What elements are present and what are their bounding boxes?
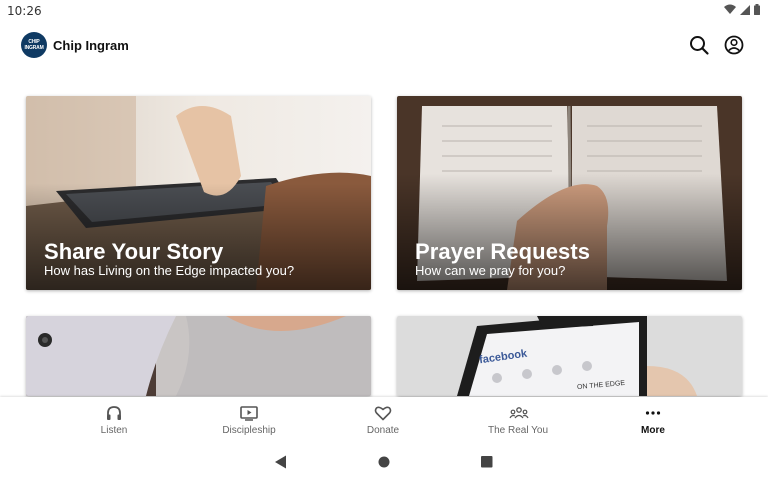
nav-label: Donate — [366, 425, 400, 436]
search-button[interactable] — [688, 34, 710, 56]
nav-item-more[interactable]: More — [598, 397, 708, 443]
more-dots-icon — [645, 411, 661, 415]
card-title: Prayer Requests — [415, 239, 591, 264]
chip-ingram-logo[interactable]: CHIP INGRAM — [21, 32, 47, 58]
nav-item-donate[interactable]: Donate — [328, 397, 438, 443]
nav-item-the-real-you[interactable]: The Real You — [463, 397, 573, 443]
home-circle-icon — [378, 456, 390, 468]
group-icon — [509, 407, 529, 419]
status-bar: 10:26 — [0, 0, 768, 22]
back-button[interactable] — [271, 452, 291, 472]
signal-icon — [740, 4, 750, 15]
status-icons — [724, 4, 760, 15]
account-icon — [724, 35, 744, 55]
ipad-person-photo — [26, 316, 371, 396]
ipad-person-card[interactable] — [26, 316, 371, 396]
recents-button[interactable] — [477, 452, 497, 472]
home-button[interactable] — [374, 452, 394, 472]
nav-label: The Real You — [487, 425, 549, 436]
prayer-requests-card[interactable]: Prayer Requests How can we pray for you? — [397, 96, 742, 290]
status-time: 10:26 — [7, 4, 42, 18]
card-subtitle: How can we pray for you? — [415, 263, 566, 278]
wifi-icon — [724, 4, 736, 14]
facebook-phone-card[interactable]: facebook ON THE EDGE — [397, 316, 742, 396]
nav-item-discipleship[interactable]: Discipleship — [194, 397, 304, 443]
facebook-phone-photo — [397, 316, 742, 396]
heart-icon — [374, 406, 392, 421]
back-triangle-icon — [275, 455, 286, 469]
app-bar: CHIP INGRAM Chip Ingram — [0, 22, 768, 70]
system-navigation-bar — [0, 443, 768, 480]
nav-label: Listen — [100, 425, 128, 436]
nav-label: Discipleship — [222, 425, 276, 436]
account-button[interactable] — [723, 34, 745, 56]
nav-label: More — [641, 425, 665, 436]
search-icon — [690, 36, 709, 55]
app-title: Chip Ingram — [53, 38, 129, 53]
video-player-icon — [240, 406, 258, 421]
battery-icon — [754, 4, 760, 15]
recents-square-icon — [481, 456, 493, 468]
nav-item-listen[interactable]: Listen — [59, 397, 169, 443]
share-your-story-card[interactable]: Share Your Story How has Living on the E… — [26, 96, 371, 290]
card-title: Share Your Story — [44, 239, 224, 264]
headphones-icon — [107, 406, 121, 420]
bottom-nav: Listen Discipleship Donate The Real You — [0, 397, 768, 443]
card-subtitle: How has Living on the Edge impacted you? — [44, 263, 295, 278]
